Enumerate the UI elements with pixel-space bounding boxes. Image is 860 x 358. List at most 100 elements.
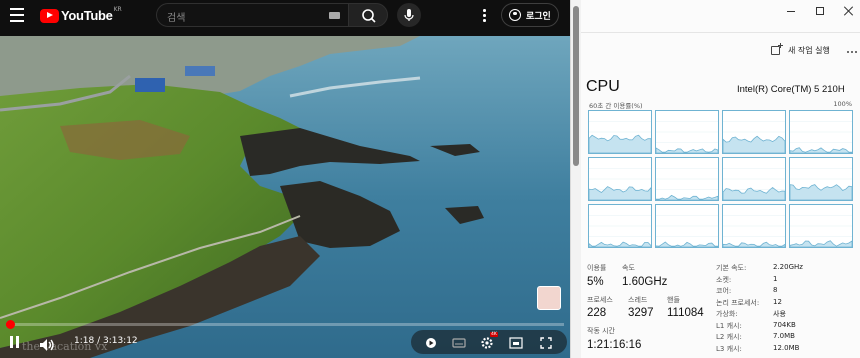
settings-quality-badge: 4K xyxy=(490,332,498,337)
video-frame-coastline xyxy=(0,36,570,358)
spec-label: L3 캐시: xyxy=(716,344,742,353)
spec-value: 7.0MB xyxy=(773,332,795,340)
cpu-core-graph xyxy=(722,157,786,201)
spec-label: 소켓: xyxy=(716,275,732,284)
spec-value: 2.20GHz xyxy=(773,263,803,271)
thread-value: 3297 xyxy=(628,307,654,319)
scrollbar[interactable] xyxy=(570,0,581,358)
usage-label: 이용률 xyxy=(587,264,607,272)
microphone-icon xyxy=(404,9,414,21)
usage-value: 5% xyxy=(587,276,604,288)
spec-value: 704KB xyxy=(773,320,796,329)
search-placeholder: 검색 xyxy=(167,13,186,24)
youtube-play-icon xyxy=(40,8,59,23)
cpu-core-graphs xyxy=(588,110,853,250)
screen: YouTube KR 검색 로그인 the Vacation vx 1:18 /… xyxy=(0,0,860,358)
autoplay-toggle-icon[interactable] xyxy=(424,335,438,349)
window-controls xyxy=(786,6,854,16)
youtube-window: YouTube KR 검색 로그인 the Vacation vx 1:18 /… xyxy=(0,0,570,358)
cpu-core-graph xyxy=(588,157,652,201)
cpu-core-graph xyxy=(789,157,853,201)
utilization-label: 60초 간 이용률(%) xyxy=(589,102,643,110)
subtitles-icon[interactable] xyxy=(452,335,466,349)
account-icon xyxy=(509,9,521,21)
cpu-core-graph xyxy=(655,157,719,201)
uptime-label: 작동 시간 xyxy=(587,327,615,335)
spec-label: L1 캐시: xyxy=(716,321,742,330)
pause-icon[interactable] xyxy=(10,336,20,348)
process-value: 228 xyxy=(587,307,607,319)
spec-value: 12.0MB xyxy=(773,343,800,352)
volume-icon[interactable] xyxy=(40,336,56,351)
new-task-button[interactable]: 새 작업 실행 xyxy=(771,45,830,56)
cpu-core-graph xyxy=(789,204,853,248)
titlebar-divider xyxy=(581,32,860,33)
speed-label: 속도 xyxy=(622,264,635,272)
more-options-icon[interactable] xyxy=(480,9,488,23)
cpu-usage-area xyxy=(790,184,852,200)
spec-value: 사용 xyxy=(773,310,786,318)
time-display: 1:18 / 3:13:12 xyxy=(74,336,138,346)
region-code: KR xyxy=(113,6,122,13)
task-manager-window: 새 작업 실행 CPU Intel(R) Core(TM) 5 210H 60초… xyxy=(581,0,860,358)
cpu-core-graph xyxy=(722,110,786,154)
cpu-usage-area xyxy=(723,135,785,153)
youtube-header: YouTube KR 검색 로그인 xyxy=(0,0,570,32)
youtube-logo[interactable]: YouTube KR xyxy=(40,6,122,23)
uptime-value: 1:21:16:16 xyxy=(587,339,642,351)
spec-value: 1 xyxy=(773,274,778,283)
scrollbar-thumb[interactable] xyxy=(573,6,579,166)
cpu-usage-area xyxy=(790,240,852,247)
channel-thumbnail[interactable] xyxy=(537,286,561,310)
spec-label: 코어: xyxy=(716,287,732,295)
fullscreen-icon[interactable] xyxy=(539,335,553,349)
handle-label: 핸들 xyxy=(667,296,680,304)
cpu-usage-area xyxy=(589,241,651,247)
cpu-usage-area xyxy=(790,147,852,153)
thread-label: 스레드 xyxy=(628,296,648,304)
spec-value: 12 xyxy=(773,297,782,306)
new-task-label: 새 작업 실행 xyxy=(788,46,830,55)
cpu-model: Intel(R) Core(TM) 5 210H xyxy=(737,84,845,95)
maximize-icon[interactable] xyxy=(816,7,824,15)
spec-label: 논리 프로세서: xyxy=(716,298,760,307)
utilization-max: 100% xyxy=(833,100,852,108)
cpu-usage-area xyxy=(656,147,718,153)
cpu-usage-area xyxy=(589,186,651,200)
progress-bar-knob[interactable] xyxy=(5,320,15,329)
close-icon[interactable] xyxy=(844,6,854,16)
cpu-core-graph xyxy=(588,204,652,248)
cpu-core-graph xyxy=(722,204,786,248)
login-label: 로그인 xyxy=(526,11,551,22)
youtube-logo-text: YouTube xyxy=(61,8,113,23)
cpu-usage-area xyxy=(656,241,718,247)
cpu-core-graph xyxy=(655,204,719,248)
search-input[interactable]: 검색 xyxy=(156,3,348,27)
keyboard-icon[interactable] xyxy=(329,12,340,19)
handle-value: 111084 xyxy=(667,307,704,319)
hamburger-menu-icon[interactable] xyxy=(10,8,24,22)
settings-icon[interactable] xyxy=(480,335,494,349)
process-label: 프로세스 xyxy=(587,296,613,304)
voice-search-button[interactable] xyxy=(397,3,421,27)
cpu-usage-area xyxy=(589,134,651,153)
miniplayer-icon[interactable] xyxy=(509,335,523,349)
cpu-core-graph xyxy=(789,110,853,154)
spec-label: 가상화: xyxy=(716,310,738,318)
speed-value: 1.60GHz xyxy=(622,276,668,288)
cpu-usage-area xyxy=(723,241,785,247)
new-task-icon xyxy=(771,46,780,55)
cpu-core-graph xyxy=(588,110,652,154)
login-button[interactable]: 로그인 xyxy=(501,3,559,27)
video-player[interactable]: the Vacation vx xyxy=(0,36,570,358)
spec-label: 기본 속도: xyxy=(716,264,747,272)
progress-bar[interactable] xyxy=(5,320,564,329)
cpu-usage-area xyxy=(656,194,718,200)
spec-label: L2 캐시: xyxy=(716,333,742,341)
minimize-icon[interactable] xyxy=(786,6,796,16)
cpu-core-graph xyxy=(655,110,719,154)
search-button[interactable] xyxy=(348,3,388,27)
more-options-icon[interactable] xyxy=(847,51,857,53)
search-icon xyxy=(362,9,376,23)
page-title: CPU xyxy=(586,78,620,95)
